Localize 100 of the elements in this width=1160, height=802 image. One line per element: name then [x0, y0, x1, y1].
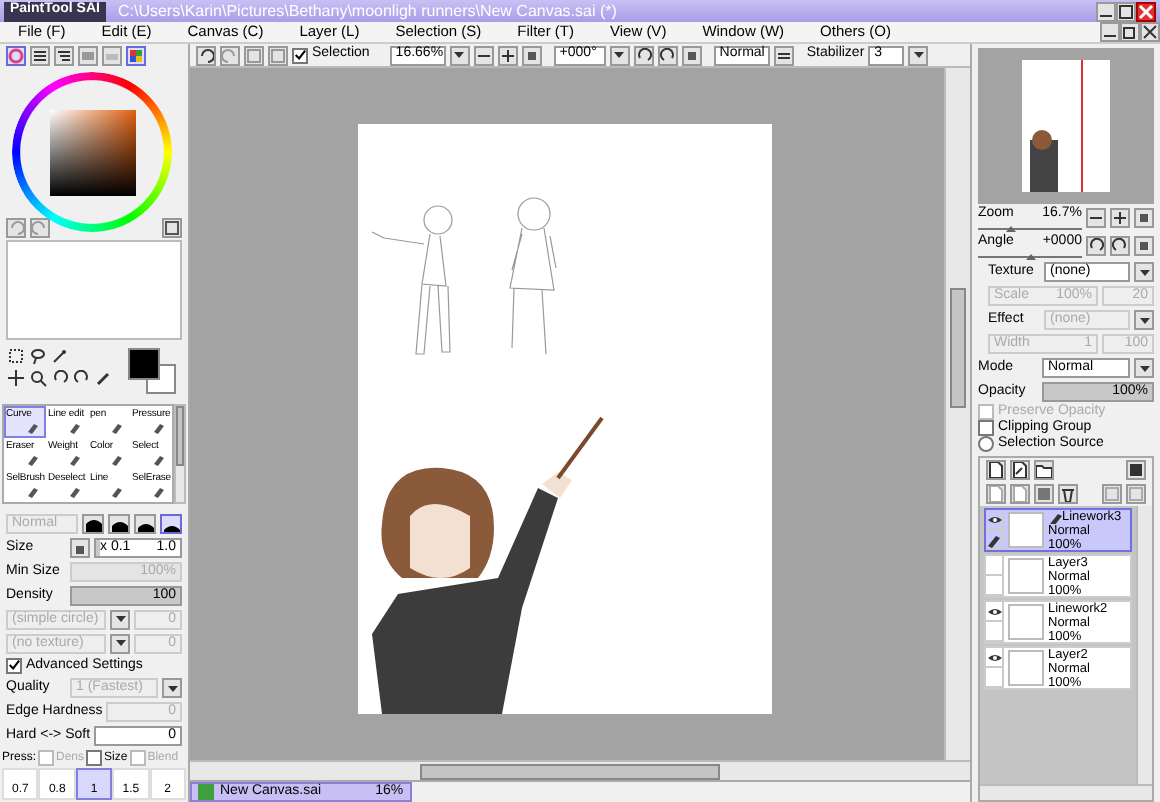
dropdown-button[interactable]: [908, 45, 929, 65]
dropdown-button[interactable]: [1134, 358, 1154, 378]
undo-icon: [198, 47, 214, 63]
brush-icon: [112, 483, 124, 498]
brush-shape-button[interactable]: [134, 513, 156, 534]
brush-shape-button[interactable]: [160, 513, 182, 534]
magic-wand-icon[interactable]: [52, 347, 72, 368]
minimize-button[interactable]: [1096, 1, 1116, 21]
rotate-right-icon: [1112, 238, 1128, 254]
layer-thumbnail: [1008, 512, 1044, 549]
brush-shape-button[interactable]: [82, 513, 104, 534]
slider-thumb[interactable]: [1026, 254, 1036, 260]
dropdown-button[interactable]: [1134, 310, 1154, 330]
zoom-out-button[interactable]: [1086, 208, 1106, 228]
zoom-in-icon: [1112, 210, 1128, 226]
rotate-right-button[interactable]: [657, 45, 678, 65]
undo-button[interactable]: [196, 45, 216, 65]
scrollbar-thumb[interactable]: [950, 288, 966, 408]
slider-thumb[interactable]: [1005, 226, 1016, 232]
color-square[interactable]: [50, 110, 136, 196]
lasso-icon[interactable]: [30, 347, 50, 368]
mask-icon: [1128, 462, 1144, 479]
merge-visible-icon: [1128, 486, 1144, 503]
dropdown-button[interactable]: [449, 45, 470, 65]
zoom-in-button[interactable]: [1110, 208, 1130, 228]
rotate-left-icon: [635, 47, 652, 63]
mask-button[interactable]: [1126, 460, 1146, 481]
dropdown-button[interactable]: [1134, 262, 1154, 282]
clear-button[interactable]: [1034, 484, 1054, 505]
checkmark-icon: [294, 48, 306, 62]
caret-icon: [115, 640, 125, 647]
layer-thumbnail: [1008, 650, 1044, 687]
caret-icon: [115, 616, 125, 623]
eye-icon: [987, 651, 1001, 664]
reset-button[interactable]: [681, 45, 702, 65]
folder-icon: [1036, 462, 1052, 479]
pen-icon: [1048, 510, 1062, 525]
rotate-right-icon: [659, 47, 676, 63]
new-layer-icon: [988, 462, 1004, 479]
maximize-button[interactable]: [1116, 1, 1136, 21]
scrollbar-thumb[interactable]: [176, 405, 184, 466]
fit-button[interactable]: [1134, 208, 1154, 228]
navigator-preview[interactable]: [978, 48, 1154, 204]
move-icon[interactable]: [8, 369, 28, 390]
redo-icon: [222, 47, 238, 63]
restore-button[interactable]: [1120, 22, 1140, 42]
caret-icon: [1139, 269, 1149, 275]
new-linework-button[interactable]: [1010, 460, 1030, 481]
zoom-out-button[interactable]: [473, 45, 494, 65]
caret-icon: [913, 52, 924, 58]
restore-icon: [1122, 24, 1138, 40]
scrollbar[interactable]: [980, 784, 1152, 800]
foreground-color[interactable]: [128, 347, 160, 380]
rotate-right-button[interactable]: [1110, 236, 1130, 256]
checkbox[interactable]: [978, 420, 994, 437]
reset-button[interactable]: [1134, 236, 1154, 256]
scrollbar-thumb[interactable]: [420, 763, 720, 779]
menu-button[interactable]: [774, 45, 795, 65]
checkmark-icon: [8, 658, 20, 673]
brush-icon: [70, 419, 82, 434]
zoom-in-button[interactable]: [497, 45, 518, 65]
dropdown-button[interactable]: [110, 633, 130, 654]
folder-button[interactable]: [1034, 460, 1054, 481]
checkbox[interactable]: [292, 47, 308, 63]
zoom-icon[interactable]: [30, 369, 50, 390]
brush-shape-button[interactable]: [108, 513, 130, 534]
document-icon: [198, 784, 214, 800]
scrollbar[interactable]: [1136, 506, 1152, 784]
caret-icon: [614, 52, 625, 58]
brush-icon: [28, 419, 40, 434]
brush-icon: [112, 419, 124, 434]
rotate-left-button[interactable]: [1086, 236, 1106, 256]
checkbox[interactable]: [86, 750, 103, 766]
checkbox[interactable]: [6, 657, 22, 674]
fit-icon: [523, 47, 540, 63]
fit-button[interactable]: [521, 45, 542, 65]
dropdown-button[interactable]: [609, 45, 630, 65]
undo-icon: [8, 219, 24, 236]
dropdown-button[interactable]: [110, 609, 130, 630]
reset-icon: [1136, 238, 1152, 254]
dropdown-button[interactable]: [162, 678, 182, 698]
merge-icon: [1012, 486, 1028, 503]
new-layer-button[interactable]: [986, 460, 1006, 481]
caret-icon: [1139, 317, 1149, 323]
trash-button[interactable]: [1058, 484, 1078, 505]
layer-thumbnail: [1008, 558, 1044, 595]
zoom-in-icon: [499, 47, 516, 63]
close-button[interactable]: [1140, 22, 1160, 42]
minimize-button[interactable]: [1100, 22, 1120, 42]
radio-button[interactable]: [978, 436, 994, 453]
trash-icon: [1060, 486, 1076, 503]
select-rect-icon[interactable]: [8, 347, 28, 368]
rotate-left-button[interactable]: [633, 45, 654, 65]
brush-icon: [28, 451, 40, 466]
brush-icon: [154, 419, 166, 434]
close-button[interactable]: [1136, 1, 1156, 21]
fit-icon: [1136, 210, 1152, 226]
layer-thumbnail: [1008, 604, 1044, 641]
close-icon: [1142, 24, 1158, 40]
menu-icon: [776, 47, 793, 63]
